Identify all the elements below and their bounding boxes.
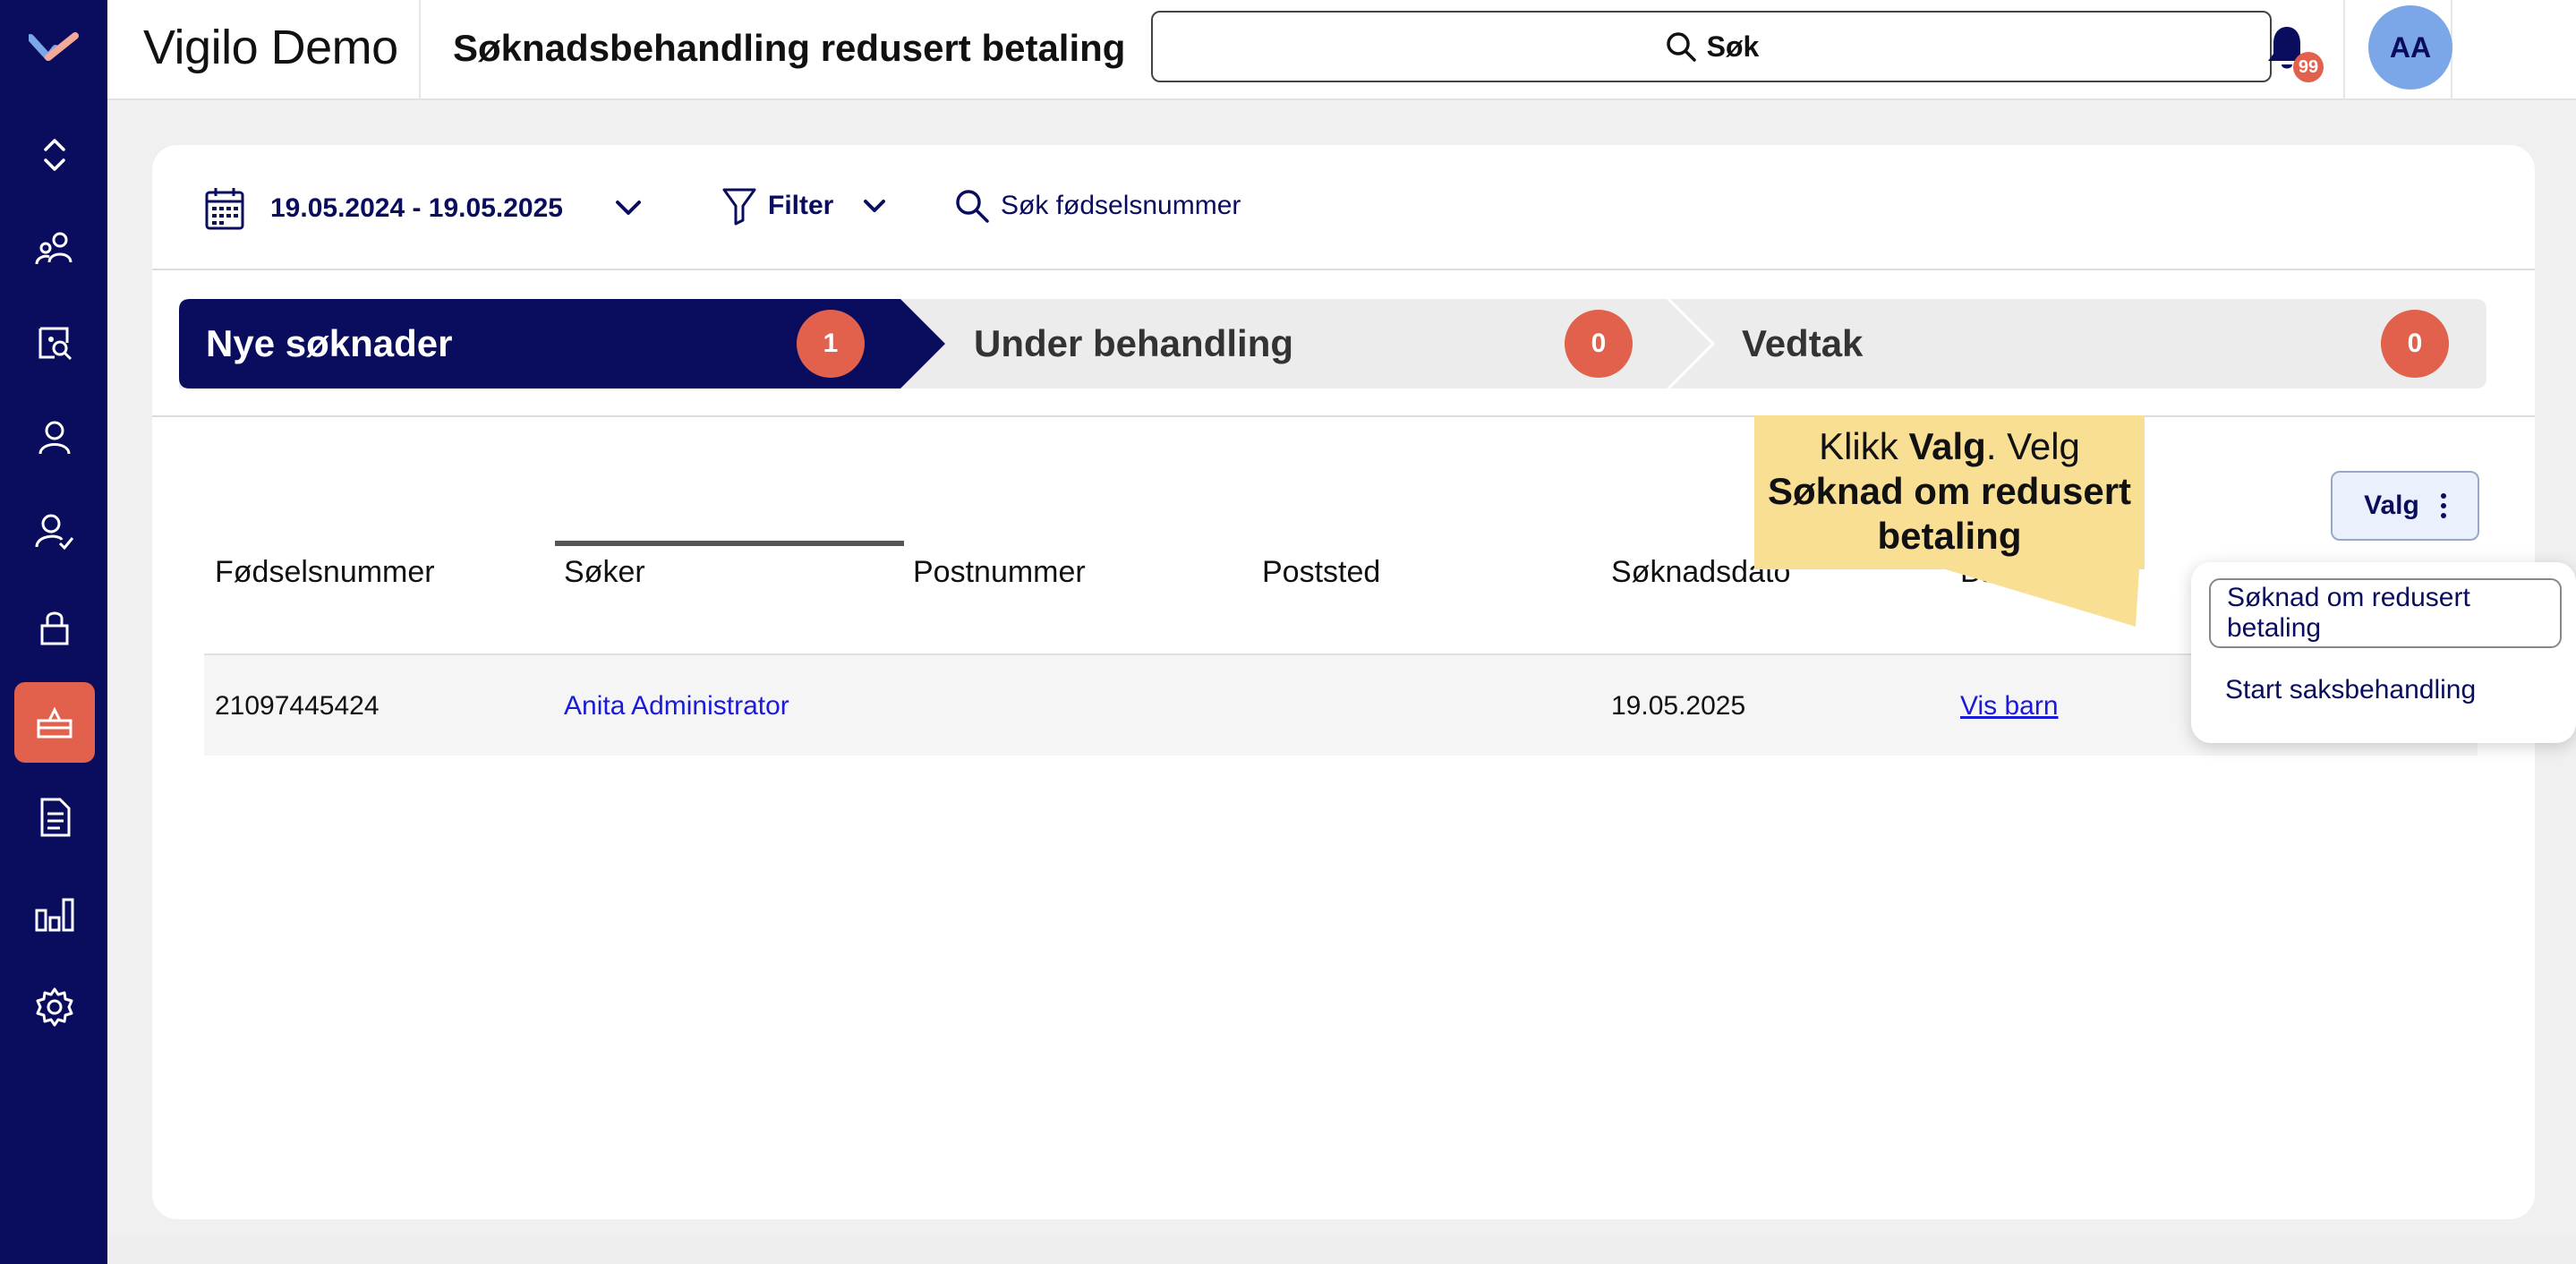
global-search-button[interactable]: Søk [1151, 11, 2272, 82]
sort-indicator [555, 541, 904, 546]
status-stepper: Nye søknader 1 Under behandling 0 Vedtak… [179, 299, 2486, 389]
step-label: Under behandling [974, 322, 1293, 364]
step-count-badge: 1 [797, 310, 865, 378]
step-label: Vedtak [1742, 322, 1864, 364]
callout-pointer [1933, 566, 2139, 627]
chevron-down-icon [864, 200, 886, 212]
avatar[interactable]: AA [2368, 5, 2452, 90]
chevron-down-icon[interactable] [612, 192, 644, 224]
payment-icon[interactable] [14, 682, 95, 763]
step-count-badge: 0 [2381, 310, 2449, 378]
search-icon [956, 190, 989, 223]
search-label: Søk [1706, 30, 1760, 63]
search-icon [1666, 32, 1696, 62]
toolbar: 19.05.2024 - 19.05.2025 Filter Søk fødse… [152, 145, 2535, 270]
column-header-city[interactable]: Poststed [1262, 555, 1380, 590]
step-under-processing[interactable]: Under behandling [974, 299, 1293, 389]
valg-dropdown-menu: Søknad om redusert betaling Start saksbe… [2191, 562, 2576, 743]
column-header-ssn[interactable]: Fødselsnummer [215, 555, 435, 590]
document-icon[interactable] [14, 777, 95, 858]
ssn-search-button[interactable]: Søk fødselsnummer [954, 188, 1241, 224]
header-divider [419, 0, 421, 100]
main-card: 19.05.2024 - 19.05.2025 Filter Søk fødse… [152, 145, 2535, 1219]
expand-collapse-icon[interactable] [14, 115, 95, 195]
bar-chart-icon[interactable] [14, 874, 95, 954]
sidebar [0, 0, 107, 1264]
column-header-postal-code[interactable]: Postnummer [913, 555, 1086, 590]
header-divider [2343, 0, 2345, 100]
app-title: Vigilo Demo [143, 21, 398, 74]
lock-icon[interactable] [14, 587, 95, 668]
stepper-background [179, 299, 2486, 389]
valg-label: Valg [2364, 491, 2419, 520]
filter-label: Filter [768, 191, 834, 220]
search-user-icon[interactable] [14, 303, 95, 383]
date-range-picker[interactable]: 19.05.2024 - 19.05.2025 [204, 186, 563, 231]
step-label: Nye søknader [206, 322, 453, 364]
top-header: Vigilo Demo Søknadsbehandling redusert b… [107, 0, 2576, 100]
page-title: Søknadsbehandling redusert betaling [453, 27, 1126, 69]
show-children-link[interactable]: Vis barn [1960, 691, 2059, 722]
calendar-icon [205, 188, 244, 230]
cell-ssn: 21097445424 [215, 691, 380, 721]
column-header-applicant[interactable]: Søker [564, 555, 645, 590]
filter-icon [722, 188, 756, 226]
callout-text: Klikk Valg. Velg Søknad om redusert beta… [1767, 425, 2132, 557]
menu-item-reduced-payment[interactable]: Søknad om redusert betaling [2209, 578, 2562, 648]
step-decision[interactable]: Vedtak [1742, 299, 1863, 389]
users-icon[interactable] [14, 208, 95, 288]
ssn-search-label: Søk fødselsnummer [1001, 191, 1241, 220]
filter-button[interactable]: Filter [721, 186, 891, 226]
step-new-applications[interactable]: Nye søknader [206, 299, 452, 389]
more-vertical-icon [2440, 493, 2446, 518]
cell-application-date: 19.05.2025 [1611, 691, 1746, 721]
gear-icon[interactable] [14, 967, 95, 1047]
table-row[interactable]: 21097445424 Anita Administrator 19.05.20… [204, 653, 2478, 756]
user-icon[interactable] [14, 397, 95, 478]
step-count-badge: 0 [1565, 310, 1633, 378]
user-check-icon[interactable] [14, 491, 95, 571]
applicant-link[interactable]: Anita Administrator [564, 691, 789, 722]
vigilo-logo-icon[interactable] [29, 30, 79, 66]
notification-badge: 99 [2293, 52, 2324, 82]
menu-item-start-processing[interactable]: Start saksbehandling [2209, 655, 2562, 725]
valg-button[interactable]: Valg [2331, 471, 2479, 541]
section-divider [152, 415, 2535, 417]
date-range-text: 19.05.2024 - 19.05.2025 [270, 193, 563, 223]
bottom-edge [107, 1235, 2576, 1264]
